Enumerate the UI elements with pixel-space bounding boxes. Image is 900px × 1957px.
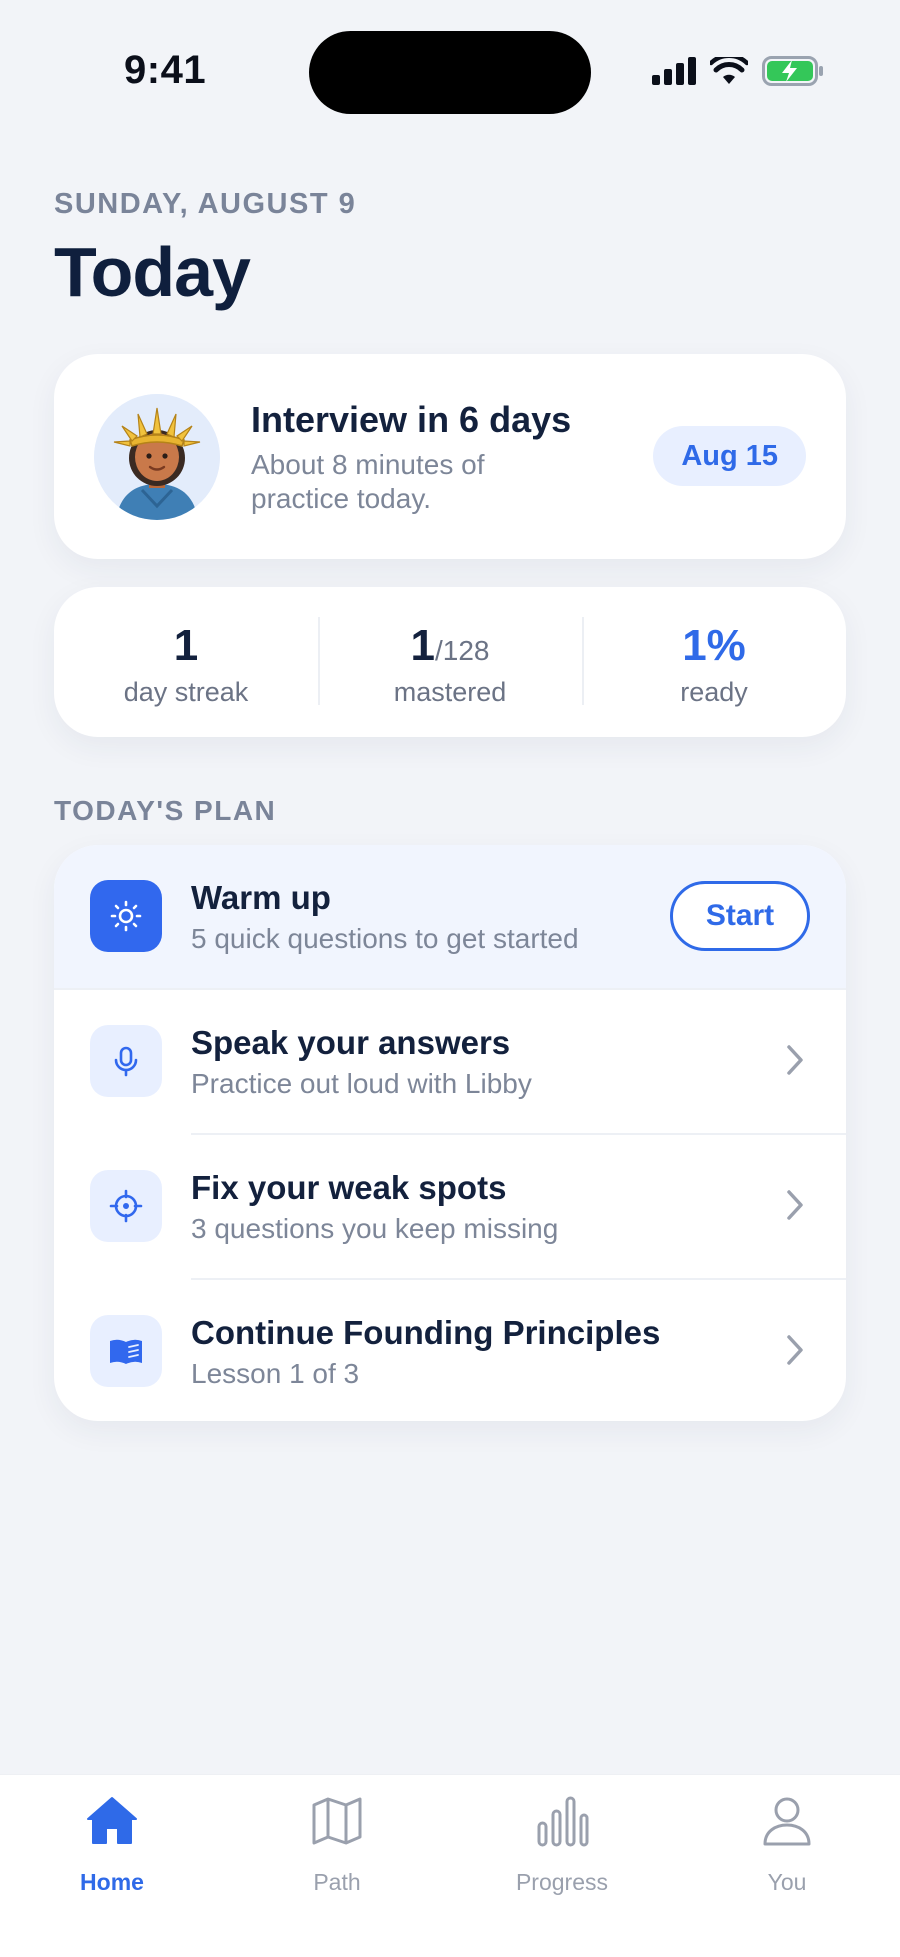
plan-card: Warm up 5 quick questions to get started… (54, 845, 846, 1421)
plan-item-title: Continue Founding Principles (191, 1314, 661, 1351)
home-icon (87, 1797, 137, 1844)
chevron-right-icon (787, 1190, 803, 1220)
tab-label: Home (80, 1869, 144, 1895)
section-label-plan: TODAY'S PLAN (54, 795, 277, 826)
plan-item-warm-up[interactable]: Warm up 5 quick questions to get started… (54, 845, 846, 990)
stat-mastered: 1/128 mastered (318, 587, 582, 737)
chevron-right-icon (787, 1335, 803, 1365)
stat-streak: 1 day streak (54, 587, 318, 737)
plan-item-subtitle: 5 quick questions to get started (191, 923, 579, 954)
plan-item-title: Speak your answers (191, 1024, 511, 1061)
status-bar: 9:41 (0, 0, 900, 140)
tab-label: Progress (515, 1869, 609, 1895)
statue-of-liberty-avatar-icon (94, 394, 220, 520)
battery-charging-icon (762, 56, 823, 86)
tab-label: Path (313, 1869, 361, 1895)
chevron-right-icon (787, 1045, 803, 1075)
stat-value: 1% (682, 621, 746, 670)
person-icon (763, 1797, 811, 1846)
plan-item-subtitle: Practice out loud with Libby (191, 1068, 532, 1099)
tab-bar: Home Path Progress You (0, 1774, 900, 1957)
interview-date-badge: Aug 15 (653, 426, 806, 486)
stats-card: 1 day streak 1/128 mastered 1% ready (54, 587, 846, 737)
date-label: SUNDAY, AUGUST 9 (54, 188, 357, 220)
interview-subtitle: About 8 minutes of practice today. (251, 449, 485, 514)
start-button[interactable]: Start (670, 881, 810, 951)
plan-item-weak-spots[interactable]: Fix your weak spots 3 questions you keep… (54, 1135, 846, 1280)
interview-card[interactable]: Interview in 6 days About 8 minutes of p… (54, 354, 846, 559)
target-icon (90, 1170, 162, 1242)
stat-value: 1/128 (410, 621, 490, 670)
stat-value-total: /128 (434, 635, 490, 666)
plan-item-title: Warm up (191, 879, 331, 916)
stat-value: 1 (173, 621, 199, 670)
status-time: 9:41 (124, 48, 207, 92)
plan-item-subtitle: Lesson 1 of 3 (191, 1358, 360, 1389)
stat-label: mastered (393, 677, 507, 707)
book-icon (90, 1315, 162, 1387)
signal-icon (652, 57, 696, 85)
plan-item-founding-principles[interactable]: Continue Founding Principles Lesson 1 of… (54, 1280, 846, 1421)
wifi-icon (710, 57, 748, 84)
plan-item-speak[interactable]: Speak your answers Practice out loud wit… (54, 990, 846, 1135)
plan-item-subtitle: 3 questions you keep missing (191, 1213, 559, 1244)
stat-label: day streak (123, 677, 249, 707)
interview-title: Interview in 6 days (251, 399, 572, 440)
microphone-icon (90, 1025, 162, 1097)
sun-icon (90, 880, 162, 952)
tab-label: You (767, 1869, 807, 1895)
status-icons (652, 56, 824, 86)
map-icon (312, 1797, 362, 1845)
stat-ready: 1% ready (582, 587, 846, 737)
dynamic-island (309, 31, 591, 114)
page-title: Today (54, 233, 251, 311)
plan-item-title: Fix your weak spots (191, 1169, 507, 1206)
bar-chart-icon (537, 1796, 589, 1847)
stat-label: ready (680, 677, 748, 707)
